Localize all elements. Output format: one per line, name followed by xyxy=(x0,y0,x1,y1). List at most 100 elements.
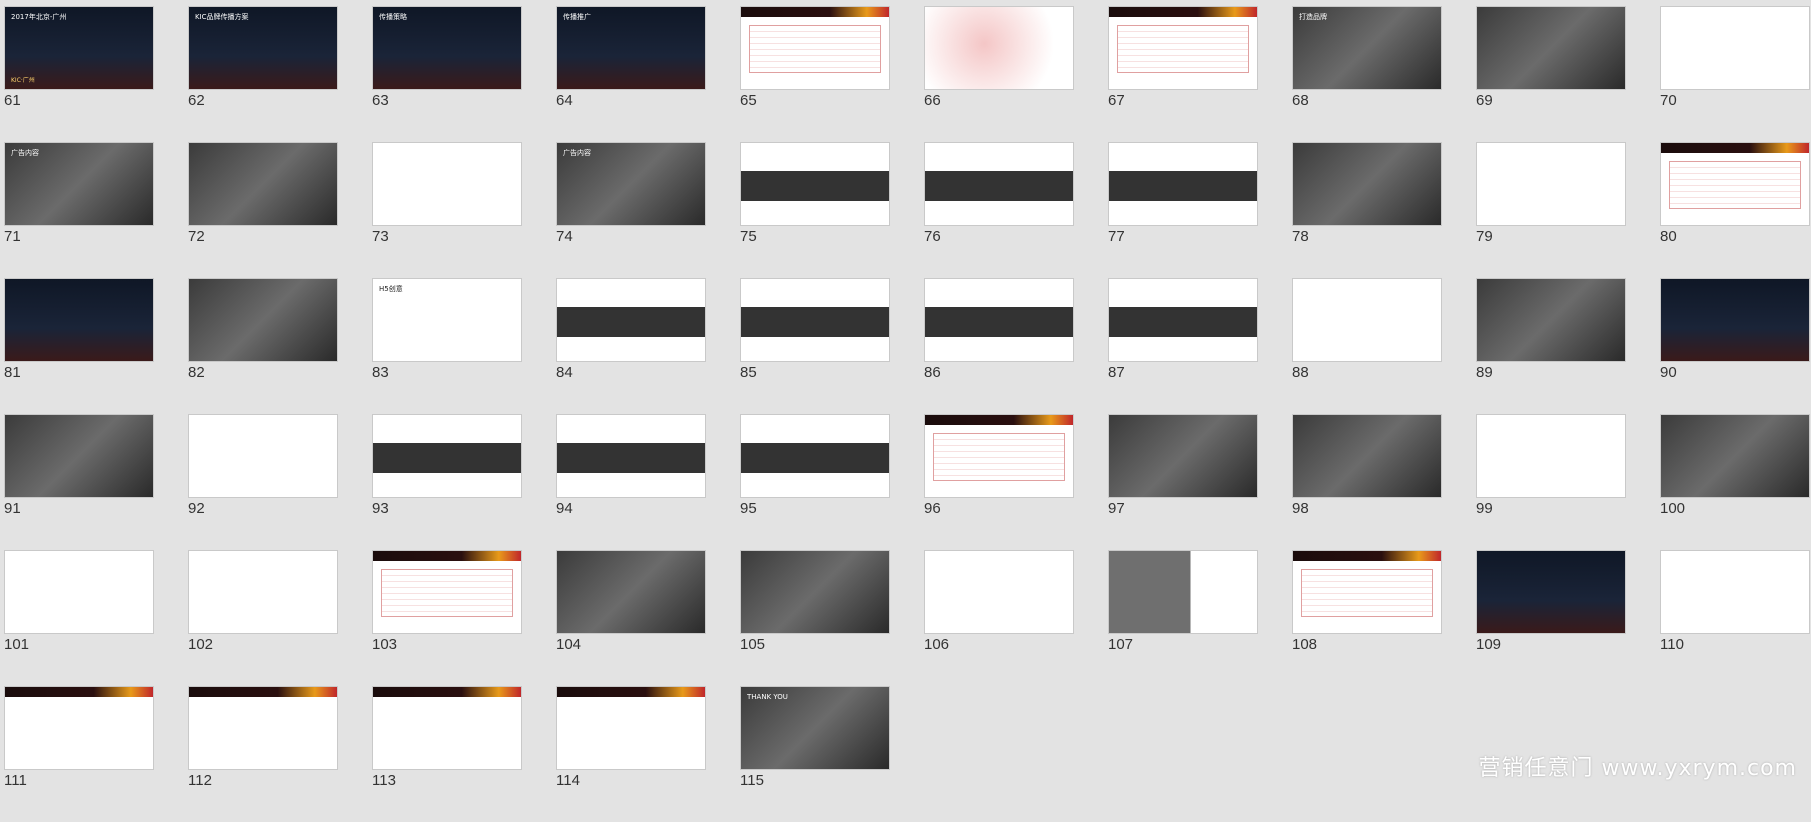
slide-thumbnail-cell[interactable]: 107 xyxy=(1108,550,1258,686)
slide-thumbnail[interactable] xyxy=(372,550,522,634)
slide-thumbnail-cell[interactable]: THANK YOU 115 xyxy=(740,686,890,822)
slide-thumbnail[interactable]: 传播推广 xyxy=(556,6,706,90)
slide-thumbnail-cell[interactable]: 88 xyxy=(1292,278,1442,414)
slide-thumbnail[interactable]: 打造品牌 xyxy=(1292,6,1442,90)
slide-thumbnail[interactable] xyxy=(556,278,706,362)
slide-thumbnail[interactable] xyxy=(4,414,154,498)
slide-thumbnail-cell[interactable]: 85 xyxy=(740,278,890,414)
slide-thumbnail[interactable] xyxy=(1108,414,1258,498)
slide-thumbnail-cell[interactable]: 113 xyxy=(372,686,522,822)
slide-thumbnail[interactable] xyxy=(1660,6,1810,90)
slide-thumbnail-cell[interactable]: 91 xyxy=(4,414,154,550)
slide-thumbnail[interactable] xyxy=(1108,142,1258,226)
slide-thumbnail-cell[interactable]: 84 xyxy=(556,278,706,414)
slide-thumbnail[interactable] xyxy=(1476,142,1626,226)
slide-thumbnail[interactable] xyxy=(740,6,890,90)
slide-thumbnail[interactable] xyxy=(1660,550,1810,634)
slide-thumbnail-cell[interactable]: 广告内容 71 xyxy=(4,142,154,278)
slide-thumbnail[interactable] xyxy=(740,142,890,226)
slide-thumbnail-cell[interactable]: 76 xyxy=(924,142,1074,278)
slide-thumbnail-cell[interactable]: 110 xyxy=(1660,550,1810,686)
slide-thumbnail-cell[interactable]: 89 xyxy=(1476,278,1626,414)
slide-thumbnail-cell[interactable]: 传播推广 64 xyxy=(556,6,706,142)
slide-thumbnail[interactable] xyxy=(188,686,338,770)
slide-thumbnail-cell[interactable]: 65 xyxy=(740,6,890,142)
slide-thumbnail-cell[interactable]: 打造品牌 68 xyxy=(1292,6,1442,142)
slide-thumbnail-cell[interactable]: 97 xyxy=(1108,414,1258,550)
slide-thumbnail[interactable]: 传播策略 xyxy=(372,6,522,90)
slide-thumbnail[interactable] xyxy=(740,550,890,634)
slide-thumbnail-cell[interactable]: 114 xyxy=(556,686,706,822)
slide-thumbnail[interactable] xyxy=(1476,6,1626,90)
slide-thumbnail[interactable] xyxy=(1660,278,1810,362)
slide-thumbnail[interactable]: 2017年北京-广州 KIC·广州 xyxy=(4,6,154,90)
slide-thumbnail[interactable]: THANK YOU xyxy=(740,686,890,770)
slide-thumbnail-cell[interactable]: 87 xyxy=(1108,278,1258,414)
slide-thumbnail-cell[interactable]: 72 xyxy=(188,142,338,278)
slide-thumbnail[interactable] xyxy=(188,278,338,362)
slide-thumbnail-cell[interactable]: 112 xyxy=(188,686,338,822)
slide-thumbnail-cell[interactable]: 102 xyxy=(188,550,338,686)
slide-thumbnail[interactable]: KIC品牌传播方案 xyxy=(188,6,338,90)
slide-thumbnail-cell[interactable]: 86 xyxy=(924,278,1074,414)
slide-thumbnail[interactable] xyxy=(1292,278,1442,362)
slide-thumbnail[interactable]: H5创意 xyxy=(372,278,522,362)
slide-thumbnail[interactable] xyxy=(1476,278,1626,362)
slide-thumbnail[interactable] xyxy=(924,142,1074,226)
slide-thumbnail[interactable] xyxy=(1660,142,1810,226)
slide-thumbnail[interactable] xyxy=(924,278,1074,362)
slide-thumbnail-cell[interactable]: 95 xyxy=(740,414,890,550)
slide-thumbnail[interactable] xyxy=(1292,550,1442,634)
slide-thumbnail-cell[interactable]: 66 xyxy=(924,6,1074,142)
slide-thumbnail-cell[interactable]: 100 xyxy=(1660,414,1810,550)
slide-thumbnail[interactable] xyxy=(372,142,522,226)
slide-thumbnail-cell[interactable]: 75 xyxy=(740,142,890,278)
slide-thumbnail[interactable] xyxy=(188,414,338,498)
slide-thumbnail[interactable] xyxy=(556,550,706,634)
slide-thumbnail[interactable] xyxy=(1292,142,1442,226)
slide-thumbnail[interactable] xyxy=(924,550,1074,634)
slide-thumbnail[interactable] xyxy=(372,686,522,770)
slide-thumbnail[interactable]: 广告内容 xyxy=(556,142,706,226)
slide-thumbnail-cell[interactable]: 90 xyxy=(1660,278,1810,414)
slide-thumbnail-cell[interactable]: 99 xyxy=(1476,414,1626,550)
slide-thumbnail-cell[interactable]: 104 xyxy=(556,550,706,686)
slide-thumbnail[interactable] xyxy=(740,278,890,362)
slide-thumbnail[interactable] xyxy=(188,550,338,634)
slide-thumbnail[interactable] xyxy=(1108,278,1258,362)
slide-thumbnail-cell[interactable]: 广告内容 74 xyxy=(556,142,706,278)
slide-thumbnail[interactable] xyxy=(4,278,154,362)
slide-thumbnail[interactable] xyxy=(924,6,1074,90)
slide-thumbnail[interactable]: 广告内容 xyxy=(4,142,154,226)
slide-thumbnail[interactable] xyxy=(1476,550,1626,634)
slide-thumbnail-cell[interactable]: 69 xyxy=(1476,6,1626,142)
slide-thumbnail-cell[interactable]: 82 xyxy=(188,278,338,414)
slide-thumbnail-cell[interactable]: 103 xyxy=(372,550,522,686)
slide-thumbnail-cell[interactable]: 106 xyxy=(924,550,1074,686)
slide-thumbnail-cell[interactable]: 94 xyxy=(556,414,706,550)
slide-thumbnail-cell[interactable]: 80 xyxy=(1660,142,1810,278)
slide-thumbnail-cell[interactable]: 92 xyxy=(188,414,338,550)
slide-thumbnail[interactable] xyxy=(1292,414,1442,498)
slide-thumbnail-cell[interactable]: 96 xyxy=(924,414,1074,550)
slide-thumbnail-cell[interactable]: 2017年北京-广州 KIC·广州 61 xyxy=(4,6,154,142)
slide-thumbnail-cell[interactable]: 98 xyxy=(1292,414,1442,550)
slide-thumbnail[interactable] xyxy=(1108,6,1258,90)
slide-thumbnail-cell[interactable]: 78 xyxy=(1292,142,1442,278)
slide-thumbnail[interactable] xyxy=(556,414,706,498)
slide-thumbnail[interactable] xyxy=(556,686,706,770)
slide-thumbnail[interactable] xyxy=(1108,550,1258,634)
slide-thumbnail[interactable] xyxy=(4,550,154,634)
slide-thumbnail-cell[interactable]: 109 xyxy=(1476,550,1626,686)
slide-thumbnail-cell[interactable]: 67 xyxy=(1108,6,1258,142)
slide-thumbnail[interactable] xyxy=(372,414,522,498)
slide-thumbnail-cell[interactable]: 79 xyxy=(1476,142,1626,278)
slide-thumbnail[interactable] xyxy=(188,142,338,226)
slide-thumbnail-cell[interactable]: 70 xyxy=(1660,6,1810,142)
slide-thumbnail-cell[interactable]: H5创意 83 xyxy=(372,278,522,414)
slide-thumbnail-cell[interactable]: 73 xyxy=(372,142,522,278)
slide-thumbnail-cell[interactable]: 93 xyxy=(372,414,522,550)
slide-thumbnail-cell[interactable]: 81 xyxy=(4,278,154,414)
slide-thumbnail-cell[interactable]: KIC品牌传播方案 62 xyxy=(188,6,338,142)
slide-thumbnail-cell[interactable]: 108 xyxy=(1292,550,1442,686)
